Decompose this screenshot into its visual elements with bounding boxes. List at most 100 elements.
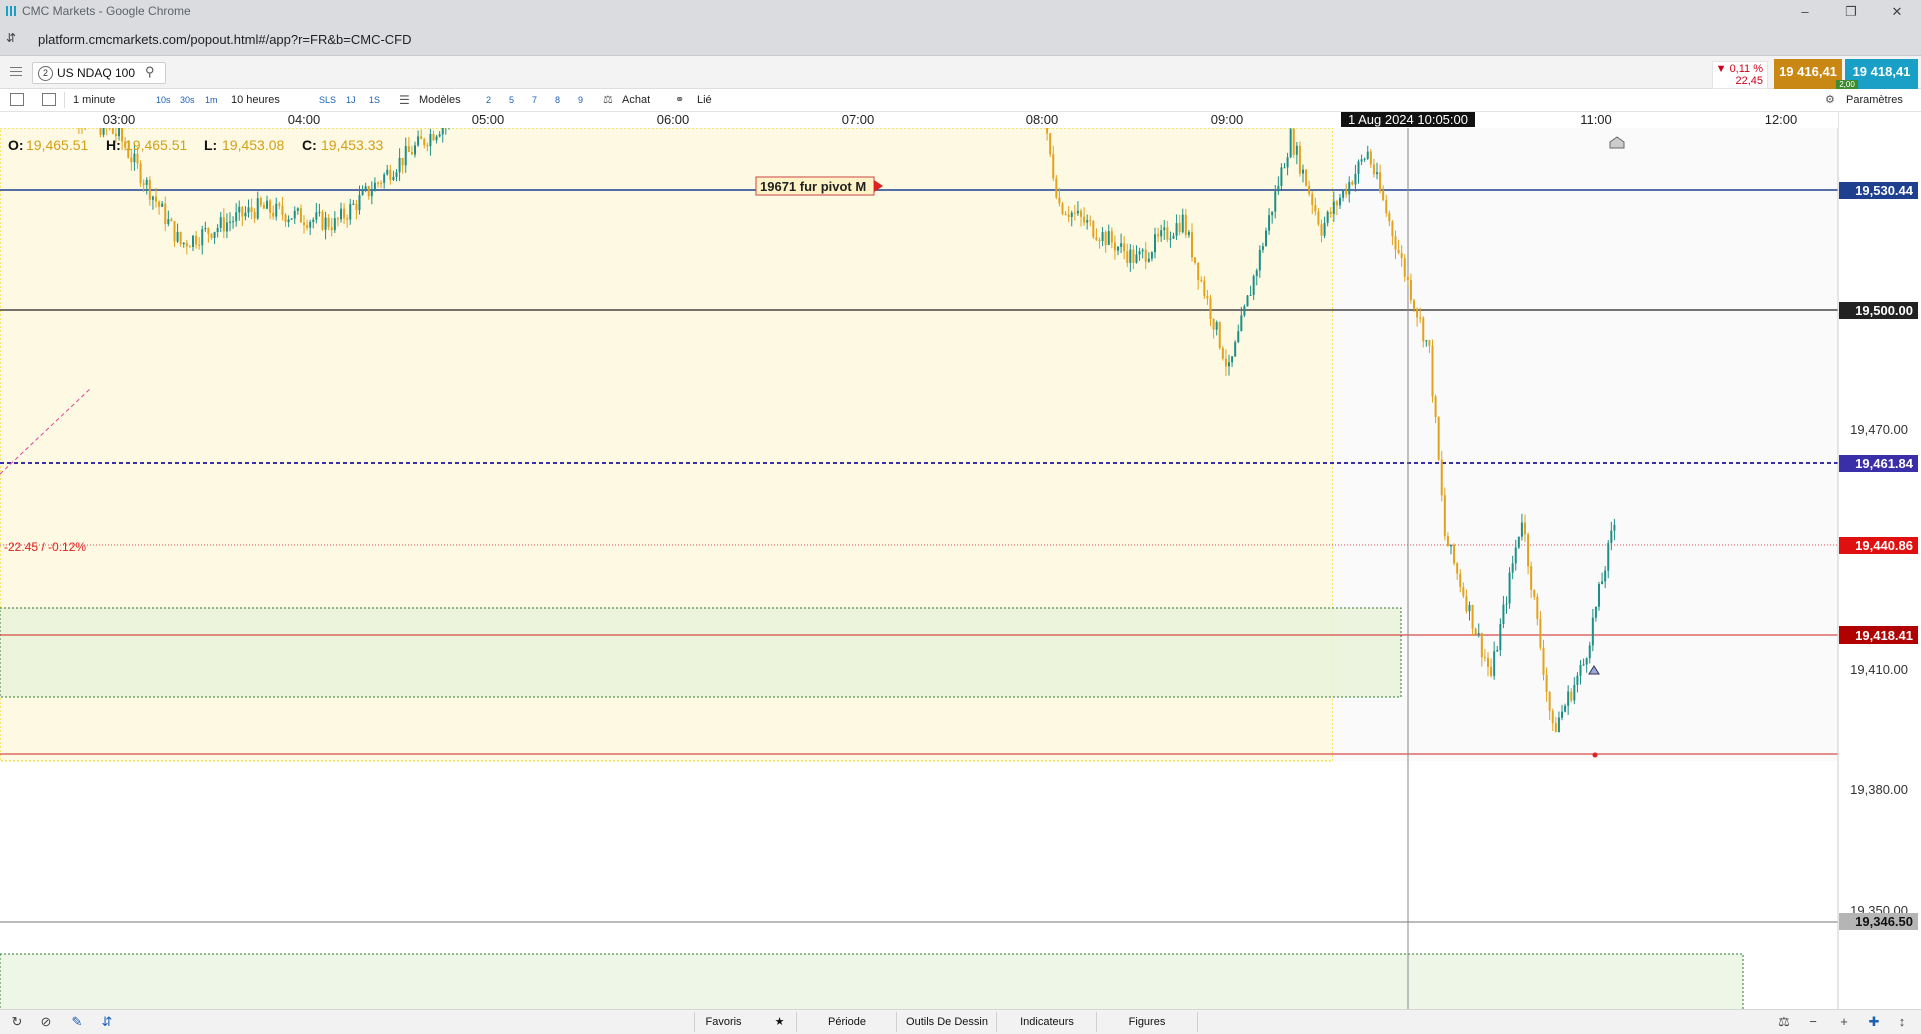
candle-body bbox=[244, 212, 247, 217]
tab-periode[interactable]: Période bbox=[796, 1012, 897, 1032]
candle-body bbox=[1305, 169, 1308, 186]
level-tag[interactable]: 19,530.44 bbox=[1839, 182, 1918, 199]
level-tag[interactable]: 19,346.50 bbox=[1839, 913, 1918, 930]
template-7[interactable]: 7 bbox=[530, 93, 539, 107]
quick-range-1s[interactable]: 1S bbox=[367, 93, 382, 107]
buy-scale-icon[interactable]: ⚖ bbox=[603, 89, 613, 111]
candle-body bbox=[222, 217, 225, 232]
price-chart[interactable]: 19,470.00 19,410.00 19,380.00 19,350.00 … bbox=[0, 112, 1921, 1009]
candle-body bbox=[219, 217, 222, 228]
template-8[interactable]: 8 bbox=[553, 93, 562, 107]
template-2[interactable]: 2 bbox=[484, 93, 493, 107]
level-tag[interactable]: 19,461.84 bbox=[1839, 455, 1918, 472]
candle-body bbox=[253, 211, 256, 219]
candle-body bbox=[1228, 362, 1230, 367]
instrument-selector[interactable]: 2 US NDAQ 100 ⚲ bbox=[32, 62, 166, 84]
tab-favoris[interactable]: Favoris ★ bbox=[694, 1012, 795, 1032]
candle-body bbox=[1280, 167, 1283, 187]
candle-body bbox=[306, 225, 309, 228]
candle-body bbox=[1326, 211, 1329, 223]
candle-body bbox=[1545, 674, 1548, 692]
url-field[interactable]: platform.cmcmarkets.com/popout.html#/app… bbox=[38, 32, 412, 47]
quick-interval-10s[interactable]: 10s bbox=[154, 93, 173, 107]
candle-body bbox=[1221, 347, 1224, 359]
layout-grid-icon[interactable] bbox=[42, 93, 56, 106]
star-icon: ★ bbox=[774, 1016, 785, 1028]
quick-interval-30s[interactable]: 30s bbox=[178, 93, 197, 107]
candle-body bbox=[321, 211, 324, 230]
gear-icon[interactable]: ⚙ bbox=[1825, 89, 1835, 111]
templates-dropdown[interactable]: Modèles bbox=[419, 89, 461, 111]
minimize-button[interactable]: – bbox=[1790, 0, 1820, 23]
candle-body bbox=[1243, 306, 1246, 316]
sell-price-button[interactable]: 19 416,41 bbox=[1774, 59, 1842, 89]
restore-button[interactable]: ❐ bbox=[1836, 0, 1866, 23]
zoom-in-icon[interactable]: + bbox=[1835, 1013, 1853, 1031]
cancel-icon[interactable]: ⊘ bbox=[37, 1013, 55, 1031]
settings-button[interactable]: Paramètres bbox=[1846, 89, 1903, 111]
candle-body bbox=[1431, 345, 1434, 397]
ohlc-o-value: 19,465.51 bbox=[26, 137, 88, 153]
pencil-icon[interactable]: ✎ bbox=[68, 1013, 86, 1031]
time-axis[interactable] bbox=[0, 112, 1838, 128]
zoom-out-icon[interactable]: − bbox=[1804, 1013, 1822, 1031]
fit-vertical-icon[interactable]: ↕ bbox=[1893, 1013, 1911, 1031]
candle-body bbox=[417, 136, 420, 146]
candle-body bbox=[290, 218, 293, 220]
candle-body bbox=[1508, 572, 1511, 604]
candle-body bbox=[133, 153, 136, 163]
candle-body bbox=[1446, 536, 1449, 547]
candle-body bbox=[1342, 190, 1345, 198]
interval-dropdown[interactable]: 1 minute bbox=[73, 89, 115, 111]
close-window-button[interactable]: ✕ bbox=[1882, 0, 1912, 23]
candle-body bbox=[380, 182, 383, 184]
price-axis[interactable] bbox=[1838, 112, 1921, 1009]
candle-body bbox=[1397, 249, 1400, 254]
link-icon[interactable]: ⚭ bbox=[675, 89, 684, 111]
candle-body bbox=[293, 210, 296, 219]
candle-body bbox=[250, 207, 253, 212]
site-info-icon[interactable]: ⇵ bbox=[6, 31, 22, 47]
candle-body bbox=[182, 242, 185, 245]
candle-body bbox=[1178, 223, 1181, 233]
candle-body bbox=[266, 200, 268, 209]
search-icon[interactable]: ⚲ bbox=[145, 64, 155, 80]
level-tag[interactable]: 19,440.86 bbox=[1839, 537, 1918, 554]
tab-drawing-tools[interactable]: Outils De Dessin bbox=[896, 1012, 997, 1032]
level-tag[interactable]: 19,500.00 bbox=[1839, 302, 1918, 319]
candle-body bbox=[269, 200, 272, 213]
chart-canvas[interactable]: 19,470.00 19,410.00 19,380.00 19,350.00 … bbox=[0, 112, 1921, 1009]
candle-body bbox=[1302, 169, 1304, 174]
template-9[interactable]: 9 bbox=[576, 93, 585, 107]
crosshair-icon[interactable]: ✚ bbox=[1865, 1013, 1883, 1031]
tab-figures[interactable]: Figures bbox=[1096, 1012, 1198, 1032]
linked-toggle[interactable]: Lié bbox=[697, 89, 712, 111]
templates-icon[interactable]: ☰ bbox=[399, 89, 410, 111]
list-view-icon[interactable] bbox=[10, 93, 24, 106]
supply-demand-zone bbox=[0, 953, 1744, 1009]
level-tag[interactable]: 19,418.41 bbox=[1839, 626, 1918, 644]
level-tag-text: 19,440.86 bbox=[1855, 538, 1913, 553]
template-5[interactable]: 5 bbox=[507, 93, 516, 107]
candle-body bbox=[1551, 710, 1554, 724]
candle-body bbox=[1591, 617, 1594, 646]
range-dropdown[interactable]: 10 heures bbox=[231, 89, 280, 111]
candle-body bbox=[1215, 322, 1218, 330]
refresh-icon[interactable]: ↻ bbox=[8, 1013, 26, 1031]
candle-body bbox=[336, 218, 339, 220]
tab-indicators[interactable]: Indicateurs bbox=[996, 1012, 1097, 1032]
menu-icon[interactable] bbox=[8, 64, 24, 80]
candle-body bbox=[1570, 691, 1573, 701]
candle-body bbox=[370, 191, 373, 197]
buy-dropdown[interactable]: Achat bbox=[622, 89, 650, 111]
quick-range-1j[interactable]: 1J bbox=[344, 93, 358, 107]
order-dot bbox=[1592, 752, 1598, 758]
candle-body bbox=[238, 206, 241, 213]
sync-arrows-icon[interactable]: ⇵ bbox=[98, 1013, 116, 1031]
scale-icon[interactable]: ⚖ bbox=[1775, 1013, 1793, 1031]
instrument-name: US NDAQ 100 bbox=[57, 66, 136, 80]
quick-range-sls[interactable]: SLS bbox=[317, 93, 338, 107]
candle-body bbox=[352, 203, 355, 205]
chart-annotation[interactable]: 19671 fur pivot M bbox=[755, 176, 883, 196]
quick-interval-1m[interactable]: 1m bbox=[203, 93, 220, 107]
